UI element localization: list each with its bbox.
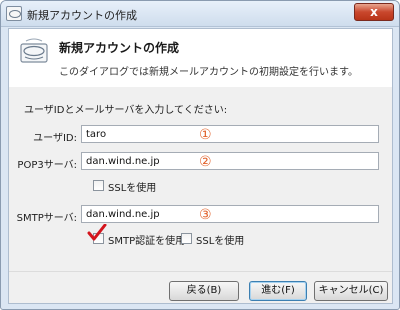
marker-2: ② [199,154,212,170]
header-band: 新規アカウントの作成 このダイアログでは新規メールアカウントの初期設定を行います… [9,29,392,87]
smtp-label: SMTPサーバ: [16,213,77,224]
red-check-mark-icon [87,224,107,241]
window-title: 新規アカウントの作成 [27,9,137,22]
user-id-label: ユーザID: [33,133,77,144]
mail-app-icon [6,6,22,21]
cancel-button[interactable]: キャンセル(C) [314,281,388,301]
close-button[interactable]: x [354,3,394,21]
marker-1: ① [199,127,212,143]
page-description: このダイアログでは新規メールアカウントの初期設定を行います。 [59,67,358,78]
title-bar[interactable]: 新規アカウントの作成 x [1,1,399,27]
pop3-ssl-checkbox[interactable] [93,180,104,191]
button-bar: 戻る(B) 進む(F) キャンセル(C) [9,271,392,303]
pop3-label: POP3サーバ: [17,160,77,171]
instruction-text: ユーザIDとメールサーバを入力してください: [24,105,228,116]
user-id-input[interactable] [81,125,379,143]
dialog-window: 新規アカウントの作成 x 新規アカウントの作成 このダイアログでは新規メールアカ… [0,0,400,310]
back-button[interactable]: 戻る(B) [169,281,239,301]
dialog-body: 新規アカウントの作成 このダイアログでは新規メールアカウントの初期設定を行います… [8,28,393,304]
page-title: 新規アカウントの作成 [59,41,180,55]
marker-3: ③ [199,207,212,223]
smtp-ssl-checkbox[interactable] [181,233,192,244]
pop3-ssl-label: SSLを使用 [108,183,157,194]
smtp-ssl-label: SSLを使用 [196,236,245,247]
next-button[interactable]: 進む(F) [249,281,307,301]
pop3-server-input[interactable] [81,152,379,170]
smtp-server-input[interactable] [81,205,379,223]
smtp-auth-label: SMTP認証を使用 [108,236,186,247]
mail-account-icon [20,38,48,63]
